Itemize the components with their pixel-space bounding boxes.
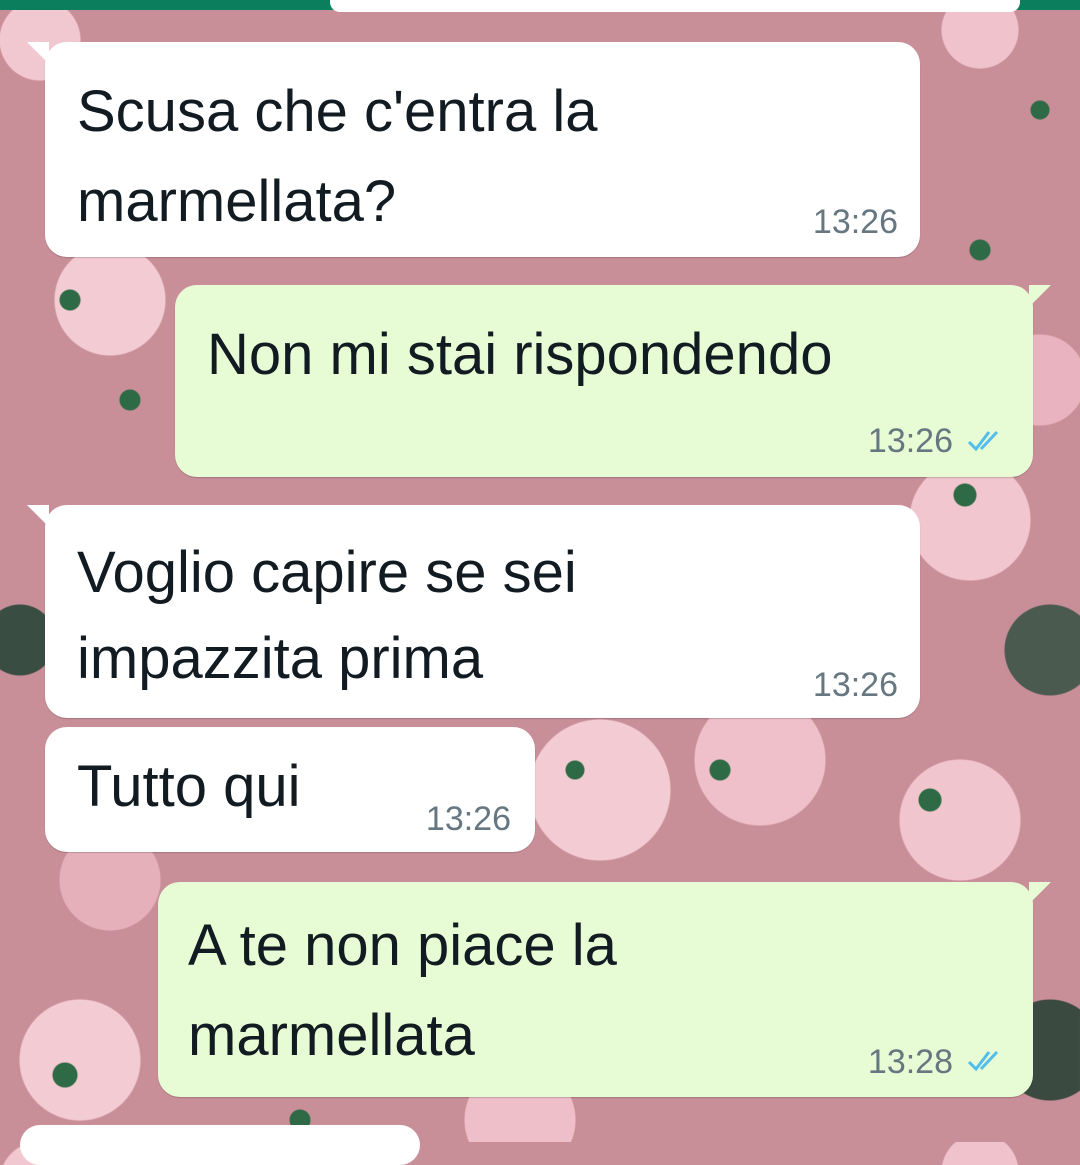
message-text-line: Voglio capire se sei — [77, 540, 577, 605]
header-overlay — [330, 0, 1020, 12]
double-check-read-icon — [967, 1050, 999, 1072]
message-bubble-incoming[interactable]: Voglio capire se sei impazzita prima 13:… — [27, 505, 920, 718]
message-timestamp: 13:26 — [812, 666, 898, 704]
message-text-line: Scusa che c'entra la — [77, 79, 598, 144]
message-timestamp: 13:26 — [867, 422, 953, 460]
message-text-line: Tutto qui — [77, 754, 301, 819]
message-bubble-incoming[interactable]: Scusa che c'entra la marmellata? 13:26 — [27, 42, 920, 257]
double-check-read-icon — [967, 430, 999, 452]
message-bubble-outgoing[interactable]: A te non piace la marmellata 13:28 — [158, 882, 1051, 1097]
message-text-line: impazzita prima — [77, 626, 484, 691]
message-timestamp: 13:28 — [867, 1043, 953, 1081]
message-bubble-partial[interactable] — [20, 1125, 420, 1165]
message-bubble-incoming[interactable]: Tutto qui 13:26 — [45, 727, 535, 852]
message-text-line: marmellata? — [77, 169, 397, 234]
message-text-line: Non mi stai rispondendo — [207, 322, 833, 387]
message-text-line: marmellata — [188, 1003, 475, 1068]
message-bubble-outgoing[interactable]: Non mi stai rispondendo 13:26 — [175, 285, 1051, 477]
message-timestamp: 13:26 — [812, 203, 898, 241]
message-timestamp: 13:26 — [425, 800, 511, 838]
message-text-line: A te non piace la — [188, 913, 617, 978]
